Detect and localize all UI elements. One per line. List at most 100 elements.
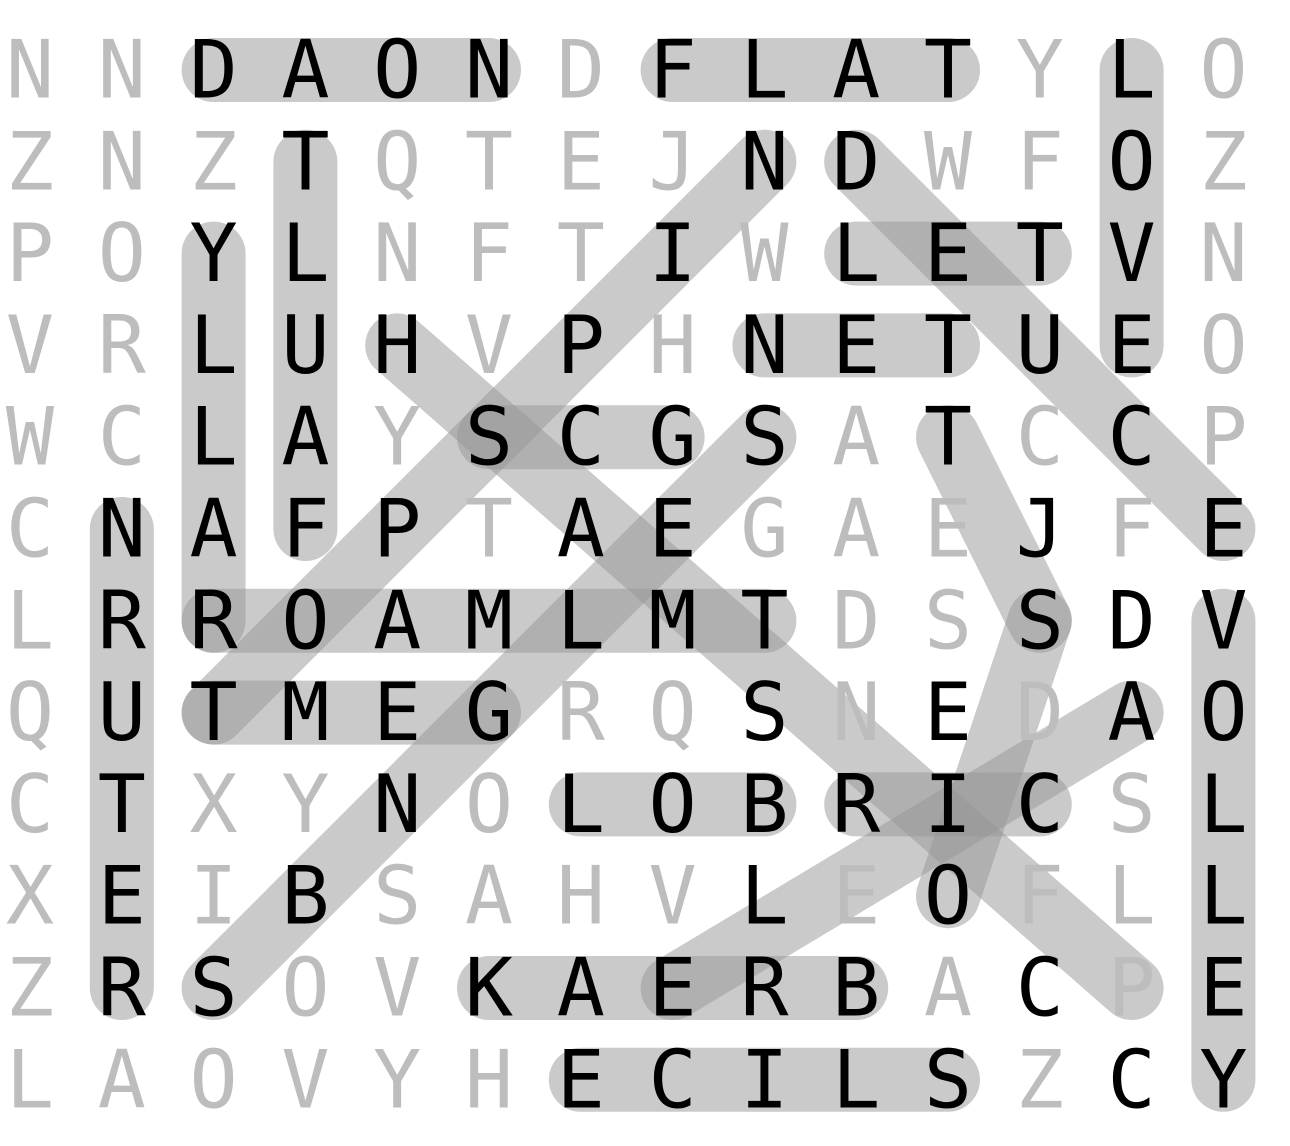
grid-cell-r4-c2[interactable]: L [190, 391, 238, 484]
grid-cell-r7-c3[interactable]: M [281, 666, 329, 759]
grid-cell-r11-c6[interactable]: E [557, 1033, 605, 1126]
grid-cell-r1-c13[interactable]: Z [1199, 115, 1247, 208]
grid-cell-r0-c12[interactable]: L [1108, 24, 1156, 117]
grid-cell-r11-c3[interactable]: V [281, 1033, 329, 1126]
grid-cell-r2-c11[interactable]: T [1016, 207, 1064, 300]
grid-cell-r9-c1[interactable]: E [98, 850, 146, 943]
grid-cell-r4-c6[interactable]: C [557, 391, 605, 484]
grid-cell-r8-c11[interactable]: C [1016, 758, 1064, 851]
grid-cell-r0-c4[interactable]: O [373, 24, 421, 117]
grid-cell-r2-c5[interactable]: F [465, 207, 513, 300]
grid-cell-r1-c0[interactable]: Z [6, 115, 54, 208]
grid-cell-r8-c7[interactable]: O [649, 758, 697, 851]
grid-cell-r1-c7[interactable]: J [649, 115, 697, 208]
grid-cell-r5-c2[interactable]: A [190, 483, 238, 576]
grid-cell-r2-c3[interactable]: L [281, 207, 329, 300]
grid-cell-r7-c8[interactable]: S [740, 666, 788, 759]
grid-cell-r4-c11[interactable]: C [1016, 391, 1064, 484]
grid-cell-r1-c10[interactable]: W [924, 115, 973, 208]
grid-cell-r9-c2[interactable]: I [190, 850, 238, 943]
grid-cell-r10-c0[interactable]: Z [6, 942, 54, 1035]
grid-cell-r8-c8[interactable]: B [740, 758, 788, 851]
grid-cell-r1-c4[interactable]: Q [373, 115, 421, 208]
grid-cell-r5-c4[interactable]: P [373, 483, 421, 576]
grid-cell-r7-c2[interactable]: T [190, 666, 238, 759]
grid-cell-r3-c9[interactable]: E [832, 299, 880, 392]
grid-cell-r3-c12[interactable]: E [1108, 299, 1156, 392]
grid-cell-r5-c7[interactable]: E [649, 483, 697, 576]
grid-cell-r0-c3[interactable]: A [281, 24, 329, 117]
grid-cell-r6-c1[interactable]: R [98, 574, 147, 667]
grid-cell-r7-c10[interactable]: E [924, 666, 972, 759]
grid-cell-r4-c12[interactable]: C [1108, 391, 1156, 484]
grid-cell-r1-c1[interactable]: N [98, 115, 146, 208]
grid-cell-r6-c2[interactable]: R [190, 574, 239, 667]
grid-cell-r6-c6[interactable]: L [557, 574, 605, 667]
grid-cell-r10-c10[interactable]: A [924, 942, 972, 1035]
grid-cell-r9-c0[interactable]: X [6, 850, 54, 943]
grid-cell-r4-c7[interactable]: G [649, 391, 697, 484]
grid-cell-r4-c10[interactable]: T [924, 391, 972, 484]
grid-cell-r3-c0[interactable]: V [6, 299, 54, 392]
grid-cell-r7-c11[interactable]: D [1016, 666, 1064, 759]
grid-cell-r8-c0[interactable]: C [6, 758, 54, 851]
grid-cell-r3-c1[interactable]: R [98, 299, 147, 392]
grid-cell-r4-c4[interactable]: Y [373, 391, 421, 484]
grid-cell-r8-c9[interactable]: R [832, 758, 881, 851]
grid-cell-r0-c1[interactable]: N [98, 24, 146, 117]
grid-cell-r6-c5[interactable]: M [465, 574, 513, 667]
grid-cell-r4-c0[interactable]: W [6, 391, 55, 484]
grid-cell-r6-c9[interactable]: D [832, 574, 880, 667]
grid-cell-r3-c8[interactable]: N [740, 299, 788, 392]
grid-cell-r6-c11[interactable]: S [1016, 574, 1064, 667]
grid-cell-r2-c0[interactable]: P [6, 207, 54, 300]
grid-cell-r0-c2[interactable]: D [190, 24, 238, 117]
grid-cell-r10-c12[interactable]: P [1108, 942, 1156, 1035]
grid-cell-r0-c13[interactable]: O [1199, 24, 1247, 117]
grid-cell-r7-c0[interactable]: Q [6, 666, 54, 759]
grid-cell-r0-c9[interactable]: A [832, 24, 880, 117]
grid-cell-r11-c13[interactable]: Y [1199, 1033, 1247, 1126]
grid-cell-r5-c10[interactable]: E [924, 483, 972, 576]
grid-cell-r6-c4[interactable]: A [373, 574, 421, 667]
grid-cell-r1-c9[interactable]: D [832, 115, 880, 208]
grid-cell-r3-c6[interactable]: P [557, 299, 605, 392]
grid-cell-r2-c10[interactable]: E [924, 207, 972, 300]
grid-cell-r10-c13[interactable]: E [1199, 942, 1247, 1035]
grid-cell-r6-c10[interactable]: S [924, 574, 972, 667]
grid-cell-r8-c4[interactable]: N [373, 758, 421, 851]
grid-cell-r7-c9[interactable]: N [832, 666, 880, 759]
grid-cell-r9-c13[interactable]: L [1199, 850, 1247, 943]
grid-cell-r0-c11[interactable]: Y [1016, 24, 1064, 117]
grid-cell-r7-c4[interactable]: E [373, 666, 421, 759]
grid-cell-r7-c5[interactable]: G [465, 666, 513, 759]
grid-cell-r11-c12[interactable]: C [1108, 1033, 1156, 1126]
grid-cell-r9-c8[interactable]: L [740, 850, 788, 943]
grid-cell-r3-c5[interactable]: V [465, 299, 513, 392]
grid-cell-r11-c0[interactable]: L [6, 1033, 54, 1126]
grid-cell-r10-c9[interactable]: B [832, 942, 880, 1035]
grid-cell-r4-c3[interactable]: A [281, 391, 329, 484]
grid-cell-r8-c2[interactable]: X [190, 758, 238, 851]
grid-cell-r10-c7[interactable]: E [649, 942, 697, 1035]
grid-cell-r8-c3[interactable]: Y [281, 758, 329, 851]
grid-cell-r6-c12[interactable]: D [1108, 574, 1156, 667]
grid-cell-r4-c8[interactable]: S [740, 391, 788, 484]
grid-cell-r5-c9[interactable]: A [832, 483, 880, 576]
grid-cell-r6-c7[interactable]: M [649, 574, 697, 667]
grid-cell-r3-c3[interactable]: U [281, 299, 329, 392]
grid-cell-r6-c0[interactable]: L [6, 574, 54, 667]
grid-cell-r2-c12[interactable]: V [1108, 207, 1156, 300]
grid-cell-r10-c5[interactable]: K [465, 942, 513, 1035]
grid-cell-r5-c6[interactable]: A [557, 483, 605, 576]
grid-cell-r11-c9[interactable]: L [832, 1033, 880, 1126]
grid-cell-r11-c8[interactable]: I [740, 1033, 788, 1126]
grid-cell-r10-c6[interactable]: A [557, 942, 605, 1035]
grid-cell-r3-c4[interactable]: H [373, 299, 421, 392]
grid-cell-r8-c10[interactable]: I [924, 758, 972, 851]
grid-cell-r11-c4[interactable]: Y [373, 1033, 421, 1126]
grid-cell-r0-c10[interactable]: T [924, 24, 972, 117]
grid-cell-r2-c2[interactable]: Y [190, 207, 238, 300]
grid-cell-r2-c1[interactable]: O [98, 207, 146, 300]
grid-cell-r9-c3[interactable]: B [281, 850, 329, 943]
